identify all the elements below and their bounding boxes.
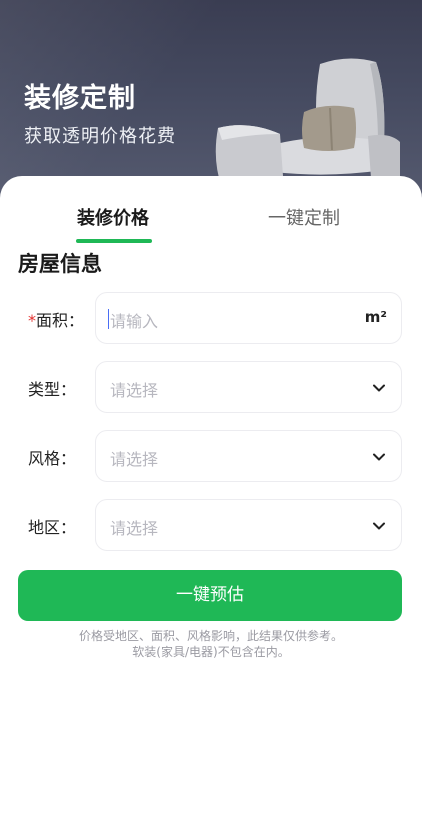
- style-select[interactable]: 请选择: [95, 430, 402, 482]
- style-row: 风格： 请选择: [0, 430, 422, 482]
- area-unit: m²: [364, 308, 387, 326]
- disclaimer-line-1: 价格受地区、面积、风格影响，此结果仅供参考。: [78, 629, 343, 643]
- type-row: 类型： 请选择: [0, 361, 422, 413]
- area-row: *面积： 请输入 m²: [0, 292, 422, 344]
- style-label: 风格：: [28, 449, 77, 468]
- hero-subtitle: 获取透明价格花费: [24, 126, 176, 147]
- chevron-down-icon: [373, 384, 385, 392]
- area-input[interactable]: 请输入 m²: [95, 292, 402, 344]
- tab-one-click-custom[interactable]: 一键定制: [268, 204, 340, 230]
- active-tab-indicator: [76, 239, 152, 243]
- tab-renovation-price[interactable]: 装修价格: [77, 204, 149, 230]
- region-label: 地区：: [28, 518, 77, 537]
- estimate-button[interactable]: 一键预估: [18, 570, 402, 621]
- area-label-text: 面积：: [36, 311, 85, 330]
- disclaimer-line-2: 软装(家具/电器)不包含在内。: [132, 645, 290, 659]
- chevron-down-icon: [373, 453, 385, 461]
- hero-banner: 装修定制 获取透明价格花费: [0, 0, 422, 205]
- region-select[interactable]: 请选择: [95, 499, 402, 551]
- area-label: *面积：: [28, 307, 84, 331]
- form-card: 装修价格 一键定制 房屋信息 *面积： 请输入 m² 类型： 请选择 风格： 请…: [0, 176, 422, 840]
- type-placeholder: 请选择: [110, 381, 159, 400]
- region-row: 地区： 请选择: [0, 499, 422, 551]
- hero-title: 装修定制: [24, 83, 136, 114]
- text-caret: [108, 309, 109, 329]
- section-title: 房屋信息: [18, 252, 102, 276]
- style-placeholder: 请选择: [110, 450, 159, 469]
- required-mark: *: [28, 311, 36, 330]
- type-label: 类型：: [28, 380, 77, 399]
- region-placeholder: 请选择: [110, 519, 159, 538]
- tab-bar: 装修价格 一键定制: [0, 204, 422, 243]
- area-placeholder: 请输入: [110, 312, 159, 331]
- type-select[interactable]: 请选择: [95, 361, 402, 413]
- chevron-down-icon: [373, 522, 385, 530]
